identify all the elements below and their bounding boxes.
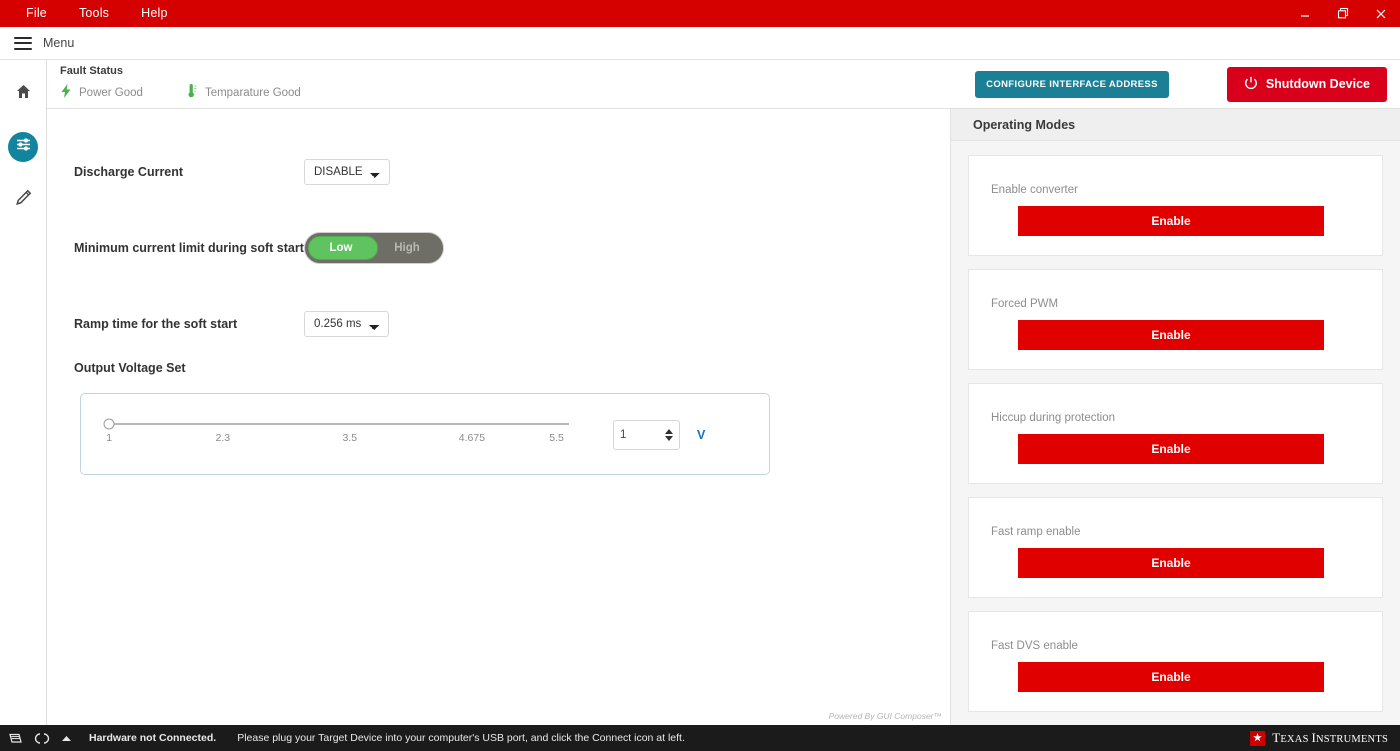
field-discharge-current: Discharge Current DISABLE: [47, 159, 950, 185]
field-ramp-time: Ramp time for the soft start 0.256 ms: [47, 311, 950, 337]
menu-file[interactable]: File: [10, 0, 63, 27]
card-hiccup-during-protection: Hiccup during protection Enable: [968, 383, 1383, 484]
card-label: Enable converter: [991, 184, 1360, 196]
expand-up-icon[interactable]: [61, 734, 72, 743]
operating-modes-list: Enable converter Enable Forced PWM Enabl…: [951, 141, 1400, 725]
min-current-limit-label: Minimum current limit during soft start: [74, 241, 304, 255]
ti-mark-icon: [1250, 731, 1265, 746]
pencil-edit-icon: [15, 189, 32, 211]
output-voltage-title: Output Voltage Set: [47, 361, 950, 375]
discharge-current-label: Discharge Current: [74, 165, 304, 179]
fault-status-title: Fault Status: [60, 65, 301, 77]
ti-brand-exas: EXAS: [1280, 734, 1311, 745]
output-voltage-slider[interactable]: 1 2.3 3.5 4.675 5.5: [103, 423, 573, 448]
application-window: File Tools Help Menu: [0, 0, 1400, 751]
close-icon[interactable]: [1362, 0, 1400, 27]
main-column: Fault Status Power Good: [47, 60, 1400, 725]
min-current-limit-toggle[interactable]: Low High: [304, 232, 444, 264]
sidebar-item-edit[interactable]: [8, 185, 38, 215]
card-label: Fast ramp enable: [991, 526, 1360, 538]
ramp-time-label: Ramp time for the soft start: [74, 317, 304, 331]
sidebar-item-home[interactable]: [8, 79, 38, 109]
operating-modes-panel: Operating Modes Enable converter Enable …: [950, 109, 1400, 725]
menu-row: Menu: [0, 27, 1400, 60]
menu-label: Menu: [43, 36, 74, 50]
slider-tick-2: 3.5: [342, 432, 357, 444]
restore-icon[interactable]: [1324, 0, 1362, 27]
hiccup-during-protection-button[interactable]: Enable: [1018, 434, 1324, 464]
discharge-current-select[interactable]: DISABLE: [304, 159, 390, 185]
card-label: Hiccup during protection: [991, 412, 1360, 424]
output-voltage-value[interactable]: 1: [620, 429, 665, 441]
fault-status: Fault Status Power Good: [60, 65, 301, 103]
card-forced-pwm: Forced PWM Enable: [968, 269, 1383, 370]
settings-form: Discharge Current DISABLE Minimum curren…: [47, 109, 950, 725]
power-good-label: Power Good: [79, 87, 143, 99]
slider-tick-4: 5.5: [549, 432, 564, 444]
ramp-time-select[interactable]: 0.256 ms: [304, 311, 389, 337]
menu-help[interactable]: Help: [125, 0, 184, 27]
sliders-settings-icon: [14, 135, 33, 159]
output-voltage-slider-box: 1 2.3 3.5 4.675 5.5 1 V: [80, 393, 770, 475]
sidebar: [0, 60, 47, 725]
menu-tools[interactable]: Tools: [63, 0, 125, 27]
configure-interface-address-button[interactable]: CONFIGURE INTERFACE ADDRESS: [975, 71, 1169, 98]
slider-handle[interactable]: [104, 418, 115, 429]
connect-hardware-icon[interactable]: [8, 732, 23, 745]
enable-converter-button[interactable]: Enable: [1018, 206, 1324, 236]
card-enable-converter: Enable converter Enable: [968, 155, 1383, 256]
card-fast-ramp-enable: Fast ramp enable Enable: [968, 497, 1383, 598]
field-min-current-limit: Minimum current limit during soft start …: [47, 232, 950, 264]
stepper-spinner-icon[interactable]: [665, 429, 673, 441]
slider-tick-3: 4.675: [459, 432, 485, 444]
card-fast-dvs-enable: Fast DVS enable Enable: [968, 611, 1383, 712]
fast-ramp-enable-button[interactable]: Enable: [1018, 548, 1324, 578]
ti-brand-nstruments: NSTRUMENTS: [1316, 734, 1388, 745]
hamburger-menu-icon[interactable]: [14, 37, 32, 50]
status-temperature-good: Temparature Good: [186, 83, 301, 103]
minimize-icon[interactable]: [1286, 0, 1324, 27]
menu-bar: File Tools Help: [0, 0, 184, 27]
content-area: Discharge Current DISABLE Minimum curren…: [47, 109, 1400, 725]
status-power-good: Power Good: [60, 84, 143, 103]
sidebar-item-device-settings[interactable]: [8, 132, 38, 162]
forced-pwm-button[interactable]: Enable: [1018, 320, 1324, 350]
card-label: Forced PWM: [991, 298, 1360, 310]
temperature-good-label: Temparature Good: [205, 87, 301, 99]
output-voltage-unit: V: [697, 428, 705, 442]
shutdown-device-button[interactable]: Shutdown Device: [1227, 67, 1387, 102]
window-controls: [1286, 0, 1400, 27]
card-label: Fast DVS enable: [991, 640, 1360, 652]
lightning-bolt-icon: [60, 84, 72, 103]
status-message: Please plug your Target Device into your…: [237, 732, 685, 744]
slider-tick-0: 1: [106, 432, 112, 444]
operating-modes-title: Operating Modes: [951, 109, 1400, 141]
slider-tick-1: 2.3: [216, 432, 231, 444]
status-message-bold: Hardware not Connected.: [89, 732, 216, 744]
title-bar: File Tools Help: [0, 0, 1400, 27]
powered-by-label: Powered By GUI Composer™: [829, 711, 942, 721]
status-bar: Hardware not Connected. Please plug your…: [0, 725, 1400, 751]
ti-brand-name: TEXAS INSTRUMENTS: [1272, 730, 1388, 746]
app-body: Fault Status Power Good: [0, 60, 1400, 725]
thermometer-icon: [186, 83, 198, 103]
refresh-icon[interactable]: [34, 732, 50, 745]
texas-instruments-logo: TEXAS INSTRUMENTS: [1238, 725, 1400, 751]
toggle-option-high[interactable]: High: [374, 242, 440, 254]
fault-status-bar: Fault Status Power Good: [47, 60, 1400, 109]
toggle-option-low[interactable]: Low: [308, 242, 374, 254]
output-voltage-stepper[interactable]: 1: [613, 420, 680, 450]
fast-dvs-enable-button[interactable]: Enable: [1018, 662, 1324, 692]
header-actions: CONFIGURE INTERFACE ADDRESS Shutdown Dev…: [975, 67, 1387, 102]
slider-ticks: 1 2.3 3.5 4.675 5.5: [103, 432, 573, 448]
power-icon: [1244, 76, 1258, 93]
home-icon: [15, 83, 32, 105]
shutdown-device-label: Shutdown Device: [1266, 77, 1370, 91]
slider-track[interactable]: [109, 423, 569, 425]
